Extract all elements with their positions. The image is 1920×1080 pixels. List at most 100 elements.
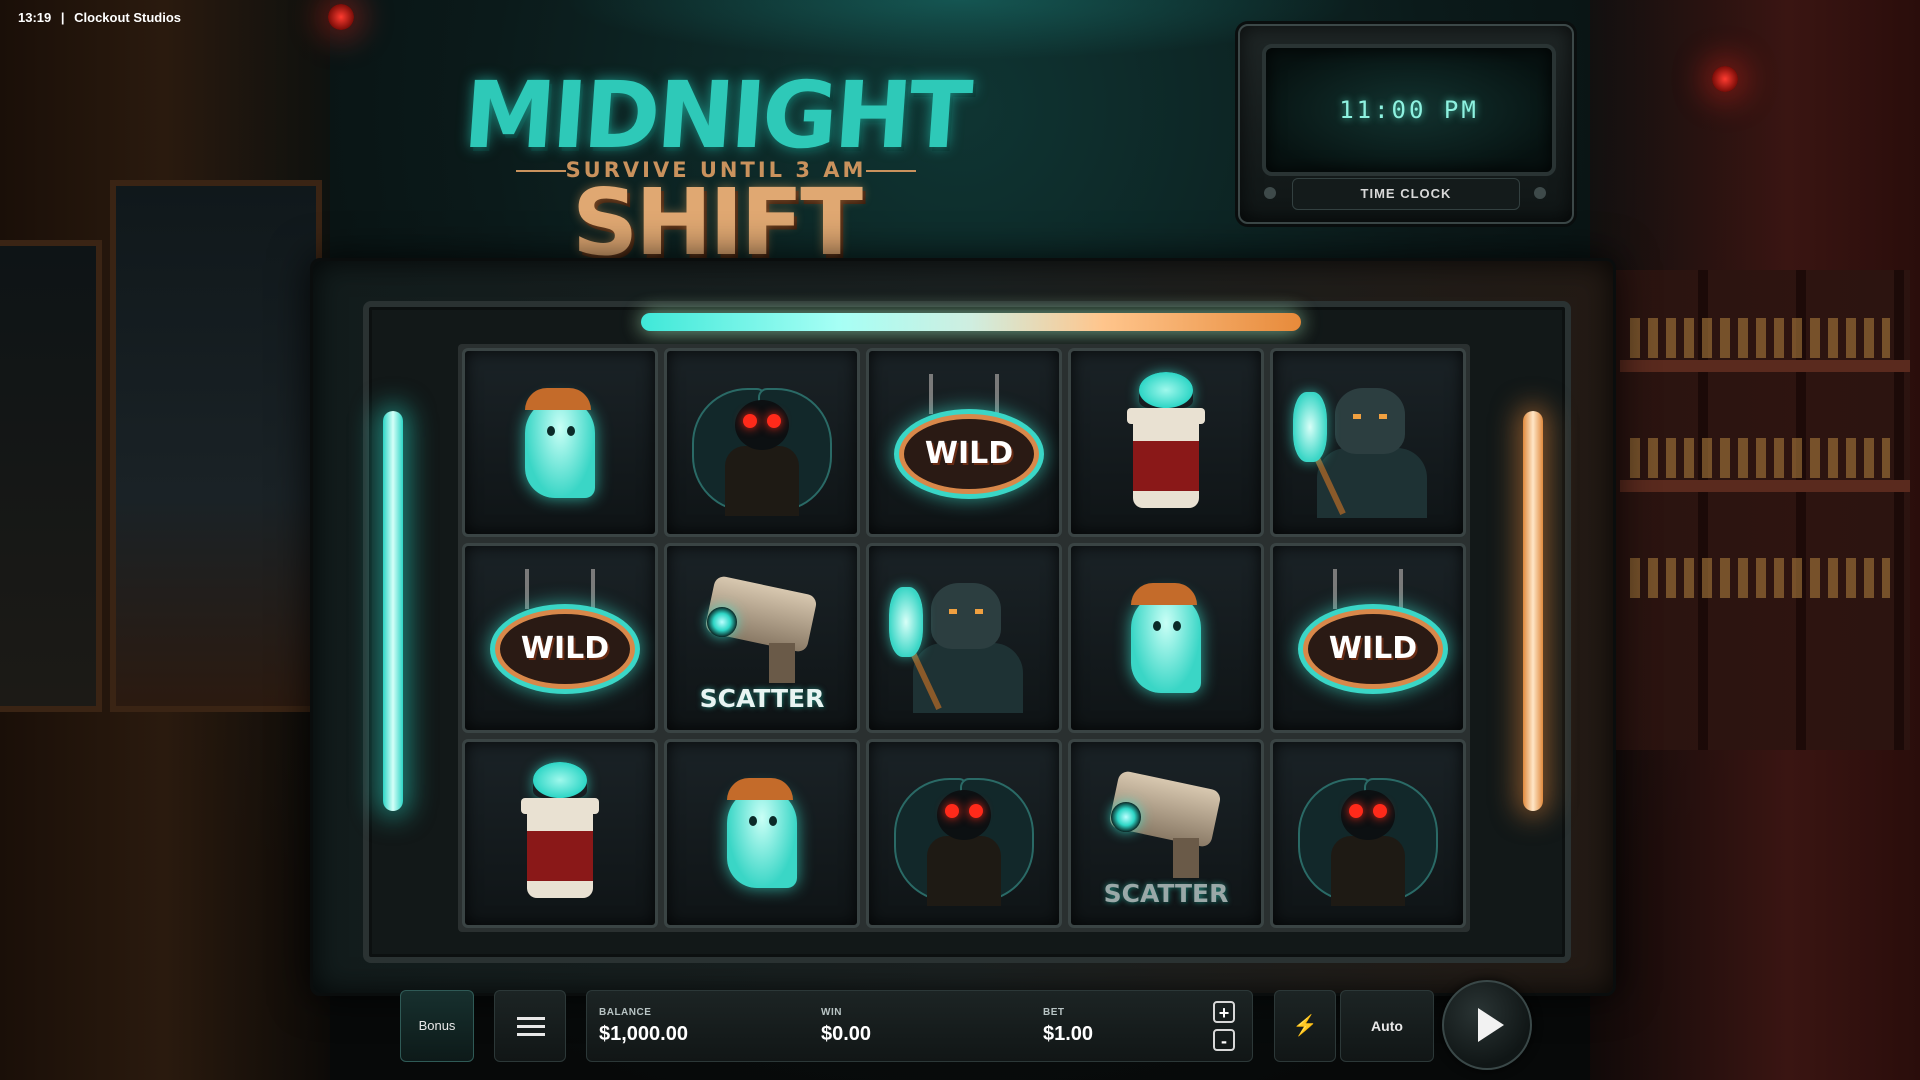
scatter-camera-symbol: SCATTER: [687, 563, 837, 713]
hamburger-bar: [517, 1025, 545, 1028]
wolf-eye: [975, 608, 983, 614]
moth-coat: [1331, 836, 1405, 907]
wild-sign: WILD: [899, 413, 1039, 494]
mothman-symbol: [889, 758, 1039, 908]
bolt-icon: [1264, 187, 1276, 199]
wolf-head: [931, 582, 1001, 649]
coffee-lid: [1127, 407, 1205, 424]
menu-button[interactable]: [494, 990, 566, 1062]
spin-button[interactable]: [1442, 980, 1532, 1070]
camera-mount: [769, 642, 795, 683]
ghost-cap: [525, 387, 591, 410]
reel-cell: [866, 543, 1062, 733]
chain: [995, 373, 999, 414]
wolf-eye: [1353, 413, 1361, 419]
background-right-store: [1590, 0, 1920, 1080]
scatter-label: SCATTER: [1103, 879, 1229, 909]
wild-symbol: WILD: [485, 563, 635, 713]
background-bottles: [1630, 318, 1890, 358]
reel-cell: WILD: [1270, 543, 1466, 733]
ghost-cap: [727, 778, 793, 801]
background-door: [0, 240, 102, 712]
wolf-eye: [949, 608, 957, 614]
background-left-street: [0, 0, 330, 1080]
wild-sign: WILD: [1303, 608, 1443, 689]
mop-head: [889, 586, 923, 657]
werewolf-janitor-symbol: [1293, 368, 1443, 518]
ghost-eye: [567, 425, 575, 436]
time-clock-display: 11:00 PM: [1339, 96, 1479, 124]
status-separator: |: [60, 10, 65, 25]
wild-label: WILD: [520, 631, 610, 667]
reel-cell: [462, 738, 658, 928]
camera-mount: [1173, 838, 1199, 879]
wild-label: WILD: [1328, 631, 1418, 667]
reel-cell: SCATTER: [1068, 738, 1264, 928]
ghost-clerk-symbol: [687, 758, 837, 908]
balance-label: BALANCE: [599, 1007, 652, 1018]
chain: [1399, 568, 1403, 609]
camera-lens: [707, 606, 737, 637]
win-value: $0.00: [821, 1023, 872, 1045]
coffee-lid: [521, 798, 599, 815]
reel-cell: SCATTER: [664, 543, 860, 733]
ghost-body: [727, 788, 797, 889]
bet-increase-button[interactable]: +: [1213, 1001, 1235, 1023]
logo-tagline: SURVIVE UNTIL 3 AM: [516, 158, 916, 182]
neon-tube-right: [1523, 411, 1543, 811]
ghost-eye: [547, 425, 555, 436]
neon-tube-left: [383, 411, 403, 811]
hamburger-bar: [517, 1017, 545, 1020]
reel-cell: [664, 738, 860, 928]
time-clock: 11:00 PM TIME CLOCK: [1238, 24, 1574, 224]
coffee-cup: [1133, 423, 1199, 508]
lightning-icon: ⚡: [1292, 1015, 1318, 1037]
wallet-panel: BALANCE $1,000.00 WIN $0.00 BET $1.00 + …: [586, 990, 1253, 1062]
bonus-button[interactable]: Bonus: [400, 990, 474, 1062]
bat-coffee-symbol: [485, 758, 635, 908]
balance-value: $1,000.00: [599, 1023, 688, 1045]
mothman-symbol: [1293, 758, 1443, 908]
mop-head: [1293, 391, 1327, 462]
bet-decrease-button[interactable]: -: [1213, 1029, 1235, 1051]
mothman-symbol: [687, 368, 837, 518]
reel-cell: [1270, 348, 1466, 538]
moth-head: [1341, 790, 1395, 841]
play-icon: [1478, 1008, 1504, 1042]
reel-cell: [866, 738, 1062, 928]
bet-label: BET: [1043, 1007, 1065, 1018]
bolt-icon: [1534, 187, 1546, 199]
background-bottles: [1630, 558, 1890, 598]
neon-pipe-top: [641, 313, 1301, 331]
moth-coat: [927, 836, 1001, 907]
scatter-camera-symbol: SCATTER: [1091, 758, 1241, 908]
coffee-steam-bat: [533, 762, 587, 799]
reel-cell: [462, 348, 658, 538]
auto-spin-button[interactable]: Auto: [1340, 990, 1434, 1062]
time-clock-screen: 11:00 PM: [1262, 44, 1556, 176]
wild-symbol: WILD: [889, 368, 1039, 518]
coffee-cup: [527, 814, 593, 899]
ghost-body: [1131, 592, 1201, 693]
red-eye: [743, 413, 757, 428]
moth-head: [937, 790, 991, 841]
ghost-clerk-symbol: [485, 368, 635, 518]
ghost-cap: [1131, 582, 1197, 605]
bet-value: $1.00: [1043, 1023, 1094, 1045]
chain: [1333, 568, 1337, 609]
ghost-clerk-symbol: [1091, 563, 1241, 713]
reel-cell: [1068, 543, 1264, 733]
reel-cell: WILD: [866, 348, 1062, 538]
reel-cell: [1270, 738, 1466, 928]
turbo-button[interactable]: ⚡: [1274, 990, 1336, 1062]
ghost-eye: [1173, 620, 1181, 631]
status-bar: 13:19 | Clockout Studios: [18, 10, 187, 25]
reel-cell: [664, 348, 860, 538]
reel-cell: WILD: [462, 543, 658, 733]
win-label: WIN: [821, 1007, 842, 1018]
chain: [929, 373, 933, 414]
wolf-body: [913, 642, 1023, 713]
studio-name: Clockout Studios: [74, 10, 182, 25]
red-alarm-light: [328, 4, 354, 30]
wild-label: WILD: [924, 436, 1014, 472]
